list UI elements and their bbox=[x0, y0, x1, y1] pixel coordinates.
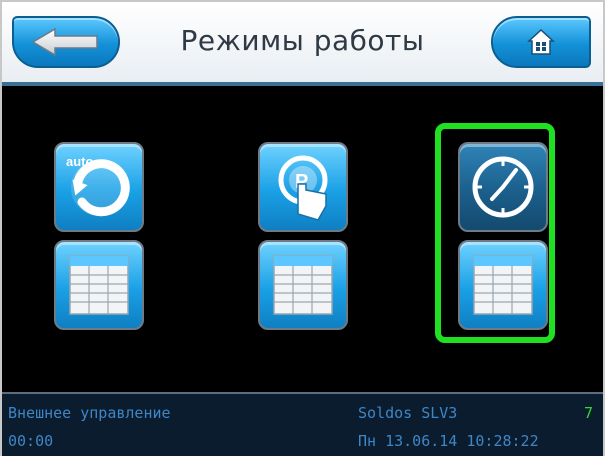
table-icon bbox=[69, 255, 129, 315]
home-button[interactable] bbox=[491, 16, 591, 68]
control-source-text: Внешнее управление bbox=[8, 404, 171, 422]
selected-mode-highlight bbox=[435, 123, 555, 343]
home-icon bbox=[527, 28, 555, 55]
auto-cycle-icon: auto. bbox=[66, 154, 130, 217]
elapsed-time-text: 00:00 bbox=[8, 432, 54, 450]
auto-badge-label: auto. bbox=[66, 154, 97, 169]
header-bar: Режимы работы bbox=[2, 2, 603, 86]
auto-table-button[interactable] bbox=[54, 240, 144, 330]
manual-mode-button[interactable]: P bbox=[258, 142, 348, 232]
status-count-text: 7 bbox=[583, 404, 593, 422]
touch-hand-icon: P bbox=[278, 155, 328, 221]
status-bar: Внешнее управление 00:00 Soldos SLV3 7 П… bbox=[2, 392, 603, 456]
auto-mode-button[interactable]: auto. bbox=[54, 142, 144, 232]
table-icon bbox=[273, 255, 333, 315]
datetime-text: Пн 13.06.14 10:28:22 bbox=[358, 432, 539, 450]
manual-table-button[interactable] bbox=[258, 240, 348, 330]
device-name-text: Soldos SLV3 bbox=[358, 404, 458, 422]
